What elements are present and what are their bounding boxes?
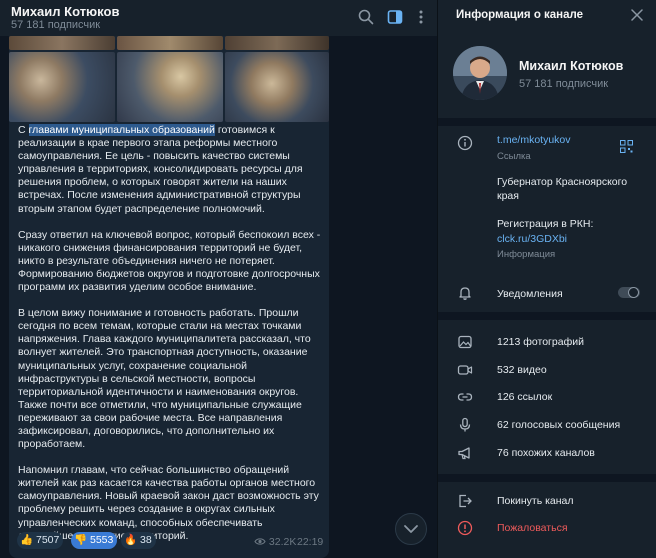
channel-name: Михаил Котюков <box>519 59 624 73</box>
eye-icon <box>254 538 266 545</box>
panel-title: Информация о канале <box>456 9 584 21</box>
report-button[interactable]: Пожаловаться <box>497 522 568 534</box>
chat-area: Михаил Котюков 57 181 подписчик С главам… <box>0 0 437 558</box>
message-list[interactable]: С главами муниципальных образований гото… <box>0 36 437 558</box>
chat-header[interactable]: Михаил Котюков 57 181 подписчик <box>0 0 437 36</box>
media-similar-channels[interactable]: 76 похожих каналов <box>497 447 595 459</box>
report-icon <box>457 520 473 536</box>
bell-icon <box>459 287 471 300</box>
reaction-count: 5553 <box>90 534 114 546</box>
channel-post[interactable]: С главами муниципальных образований гото… <box>9 36 329 558</box>
album-photo[interactable] <box>9 36 115 50</box>
notifications-label: Уведомления <box>497 288 563 300</box>
registration-link[interactable]: clck.ru/3GDXbi <box>497 233 567 245</box>
reaction-thumbs-down[interactable]: 👎 5553 <box>71 532 118 549</box>
media-videos[interactable]: 532 видео <box>497 364 547 376</box>
post-paragraph: Напомнил главам, что сейчас большинство … <box>18 464 319 542</box>
post-paragraph: В целом вижу понимание и готовность рабо… <box>18 307 311 451</box>
media-links[interactable]: 126 ссылок <box>497 391 552 403</box>
channel-subscribers: 57 181 подписчик <box>519 78 609 90</box>
reaction-count: 7507 <box>36 534 60 546</box>
channel-link[interactable]: t.me/mkotyukov <box>497 134 571 146</box>
text-fragment: С <box>18 124 29 136</box>
photo-album[interactable] <box>9 36 329 122</box>
media-photos[interactable]: 1213 фотографий <box>497 336 584 348</box>
views-count: 32.2K <box>268 536 297 548</box>
section-separator <box>438 118 656 126</box>
post-paragraph: Сразу ответил на ключевой вопрос, которы… <box>18 228 321 294</box>
album-photo[interactable] <box>117 52 223 122</box>
sidebar-toggle-icon[interactable] <box>386 8 404 26</box>
thumbs-down-icon: 👎 <box>74 534 88 546</box>
avatar-portrait <box>453 46 507 100</box>
description-line: края <box>497 190 519 202</box>
chat-title[interactable]: Михаил Котюков <box>11 4 119 19</box>
post-text: С главами муниципальных образований гото… <box>18 124 323 556</box>
album-photo[interactable] <box>9 52 115 122</box>
album-photo[interactable] <box>225 52 329 122</box>
megaphone-icon <box>458 447 470 460</box>
info-icon <box>457 135 473 151</box>
section-separator <box>438 312 656 320</box>
text-fragment: готовимся к реализации в крае первого эт… <box>18 124 303 215</box>
search-icon[interactable] <box>357 8 375 26</box>
reaction-thumbs-up[interactable]: 👍 7507 <box>17 532 64 549</box>
link-icon <box>457 393 473 401</box>
album-photo[interactable] <box>225 36 329 50</box>
highlighted-text: главами муниципальных образований <box>28 124 215 136</box>
close-icon[interactable] <box>630 8 644 22</box>
channel-description: Губернатор Красноярского края <box>497 175 627 203</box>
registration-title: Регистрация в РКН: <box>497 218 594 230</box>
channel-link-label: Ссылка <box>497 151 531 162</box>
leave-icon <box>459 494 472 508</box>
video-icon <box>457 365 473 375</box>
views-counter: 32.2K <box>254 536 296 548</box>
channel-info-panel: Информация о канале Михаил Котюков 57 18… <box>438 0 656 558</box>
registration-label: Информация <box>497 249 556 260</box>
avatar[interactable] <box>453 46 507 100</box>
fire-icon: 🔥 <box>124 534 138 546</box>
chevron-down-icon <box>404 525 418 533</box>
post-paragraph: С главами муниципальных образований гото… <box>18 124 323 216</box>
leave-channel-button[interactable]: Покинуть канал <box>497 495 574 507</box>
section-separator <box>438 474 656 482</box>
reaction-fire[interactable]: 🔥 38 <box>121 532 156 549</box>
thumbs-up-icon: 👍 <box>20 534 34 546</box>
album-photo[interactable] <box>117 36 223 50</box>
microphone-icon <box>459 417 471 432</box>
qr-code-icon[interactable] <box>620 140 633 153</box>
description-line: Губернатор Красноярского <box>497 176 628 188</box>
chat-subscribers: 57 181 подписчик <box>11 19 101 31</box>
photo-icon <box>458 335 472 349</box>
notifications-toggle[interactable] <box>618 287 640 298</box>
reaction-count: 38 <box>140 534 152 546</box>
scroll-down-button[interactable] <box>395 513 427 545</box>
post-time: 22:19 <box>297 536 324 548</box>
more-menu-icon[interactable] <box>412 8 430 26</box>
media-voice[interactable]: 62 голосовых сообщения <box>497 419 620 431</box>
